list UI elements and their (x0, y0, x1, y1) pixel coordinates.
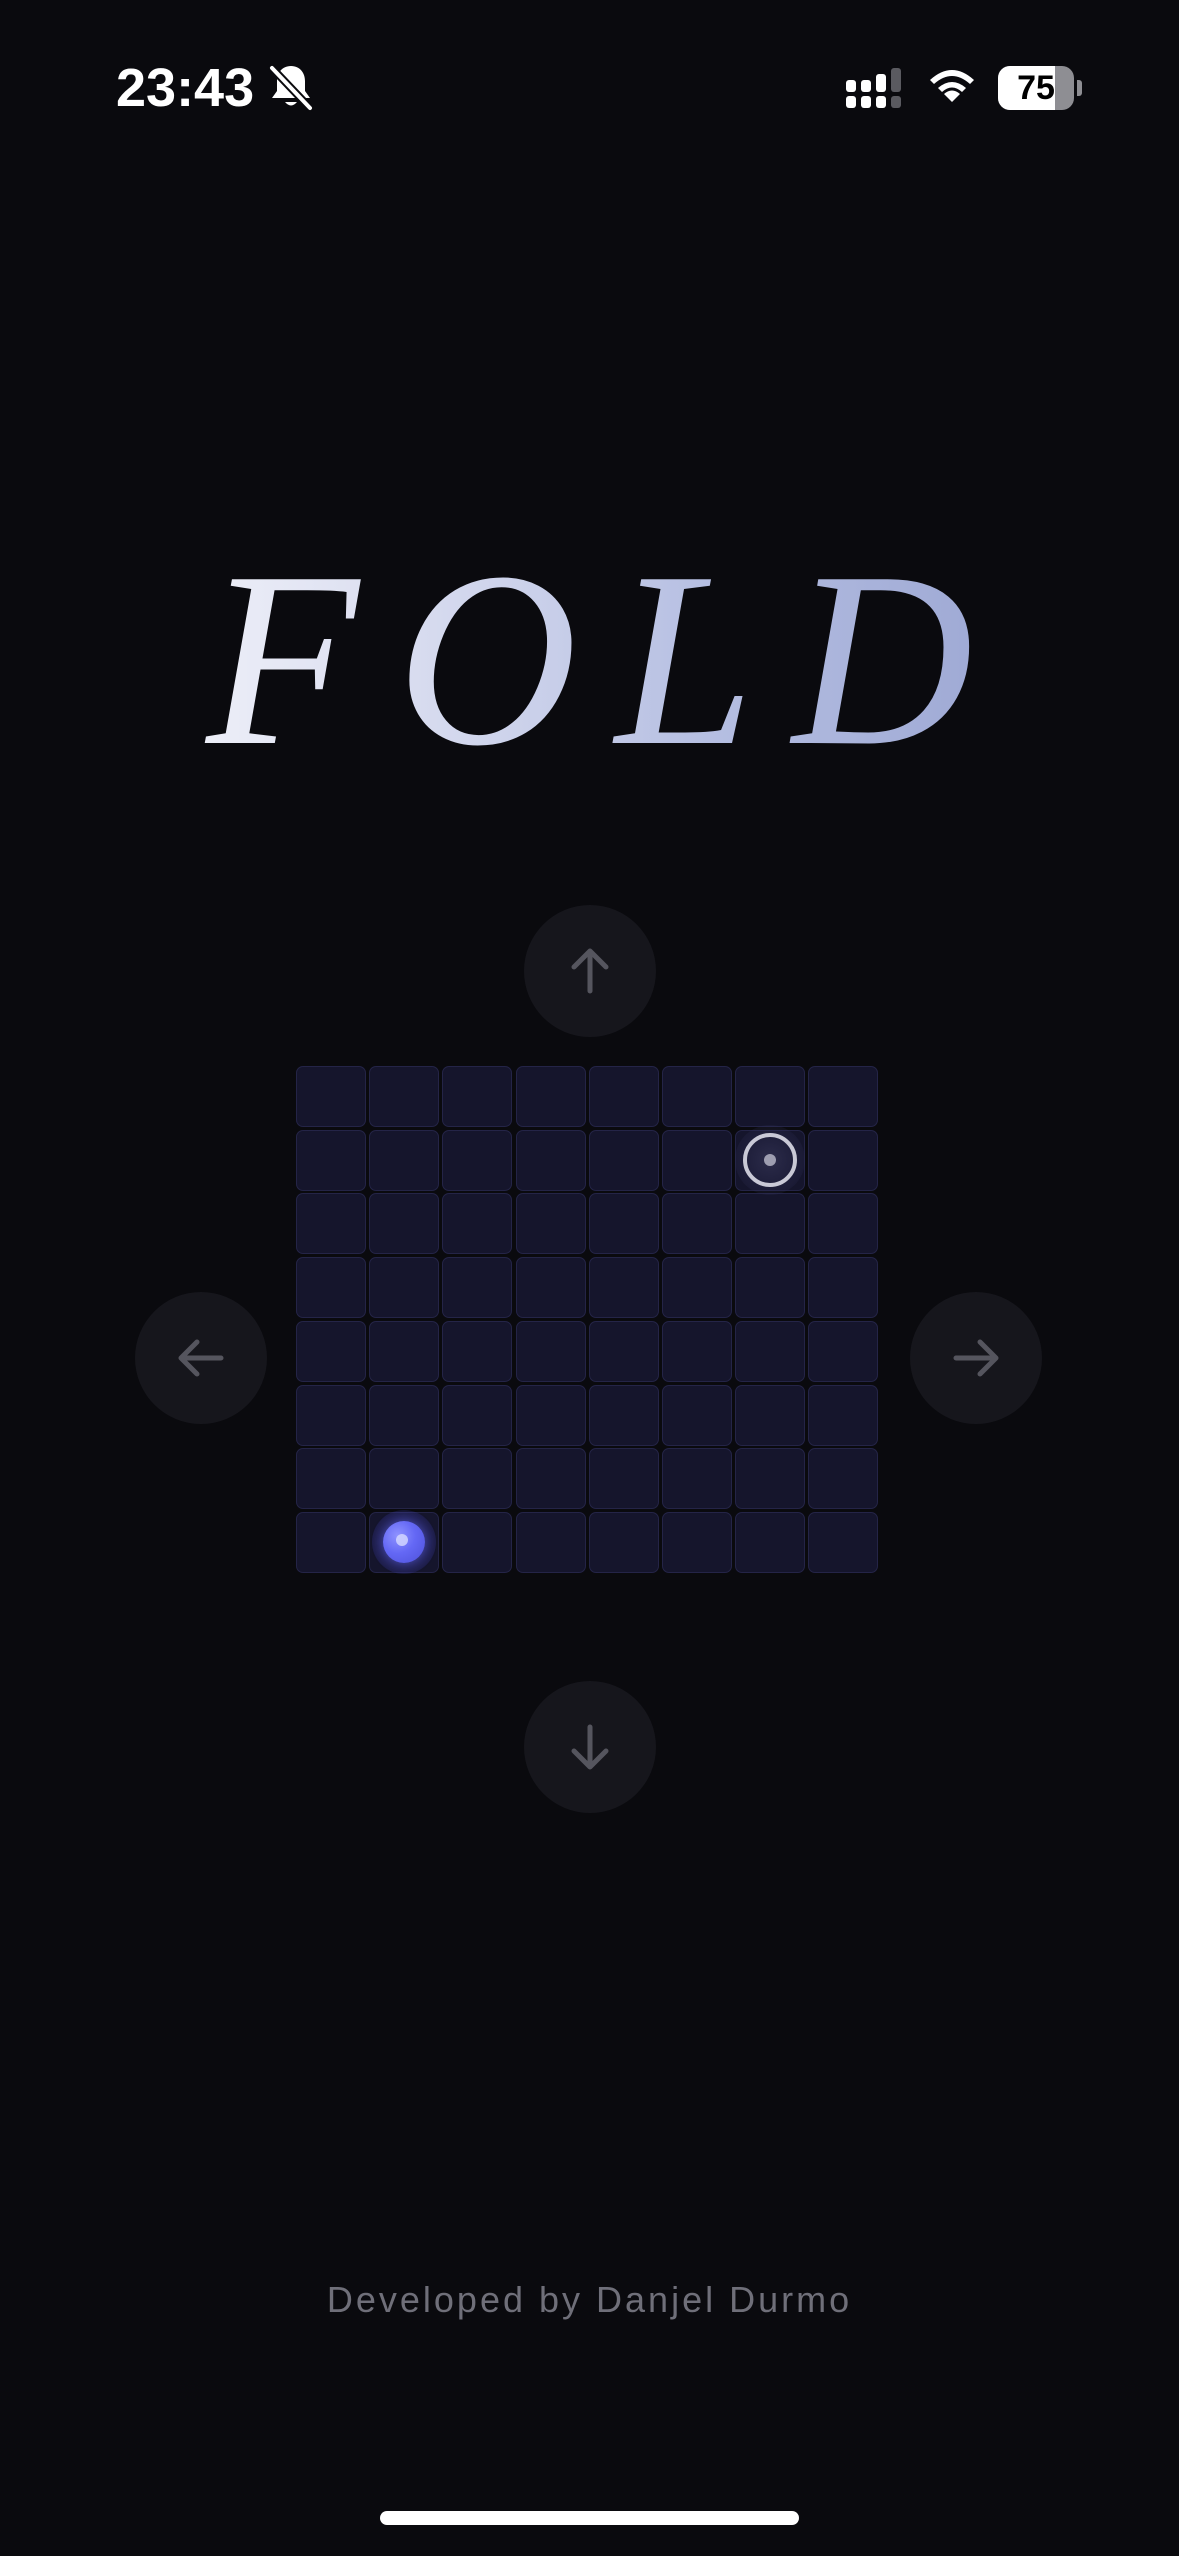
board-cell-r7-c4 (588, 1511, 659, 1573)
board-cell-r1-c4 (588, 1129, 659, 1191)
board-cell-r4-c1 (369, 1320, 440, 1382)
board-cell-r1-c5 (662, 1129, 732, 1191)
arrow-left-icon (178, 1339, 224, 1377)
cellular-signal-icon (846, 68, 901, 108)
battery-tip (1077, 80, 1082, 96)
board-cell-r5-c4 (588, 1384, 659, 1446)
board-cell-r0-c2 (442, 1066, 513, 1127)
board-cell-r2-c3 (515, 1193, 586, 1255)
board-cell-r2-c7 (808, 1193, 879, 1255)
board-cell-r0-c5 (662, 1066, 732, 1127)
board-cell-r6-c1 (369, 1448, 440, 1510)
goal-target (735, 1125, 806, 1196)
board-cell-r4-c3 (515, 1320, 586, 1382)
arrow-right-icon (953, 1339, 999, 1377)
board-cell-r4-c4 (588, 1320, 659, 1382)
move-right-button[interactable] (910, 1292, 1042, 1424)
board-cell-r4-c5 (662, 1320, 732, 1382)
board-cell-r3-c5 (662, 1257, 732, 1319)
board-cell-r7-c3 (515, 1511, 586, 1573)
board-cell-r0-c7 (808, 1066, 879, 1127)
board-cell-r7-c0 (296, 1511, 366, 1573)
board-cell-r6-c5 (662, 1448, 732, 1510)
board-cell-r0-c6 (735, 1066, 806, 1127)
board-cell-r7-c2 (442, 1511, 513, 1573)
board-cell-r1-c7 (808, 1129, 879, 1191)
board-cell-r5-c2 (442, 1384, 513, 1446)
status-bar: 23:43 75 (0, 0, 1179, 180)
board-cell-r2-c5 (662, 1193, 732, 1255)
board-cell-r3-c4 (588, 1257, 659, 1319)
board-cell-r4-c2 (442, 1320, 513, 1382)
player-ball-highlight (396, 1534, 409, 1547)
arrow-down-icon (571, 1724, 609, 1770)
board-cell-r5-c3 (515, 1384, 586, 1446)
player-ball-body (383, 1521, 426, 1564)
board-cell-r2-c2 (442, 1193, 513, 1255)
board-cell-r1-c3 (515, 1129, 586, 1191)
home-indicator[interactable] (380, 2511, 799, 2525)
board-cell-r3-c7 (808, 1257, 879, 1319)
board-cell-r0-c3 (515, 1066, 586, 1127)
board-cell-r0-c1 (369, 1066, 440, 1127)
board-cell-r1-c0 (296, 1129, 366, 1191)
board-cell-r5-c0 (296, 1384, 366, 1446)
board-cell-r5-c5 (662, 1384, 732, 1446)
board-cell-r4-c6 (735, 1320, 806, 1382)
board-cell-r7-c6 (735, 1511, 806, 1573)
board-cell-r6-c2 (442, 1448, 513, 1510)
board-cell-r7-c7 (808, 1511, 879, 1573)
board-cell-r1-c1 (369, 1129, 440, 1191)
board-cell-r5-c7 (808, 1384, 879, 1446)
board-cell-r0-c4 (588, 1066, 659, 1127)
move-down-button[interactable] (524, 1681, 656, 1813)
battery-level: 75 (1017, 69, 1055, 107)
board-cell-r7-c5 (662, 1511, 732, 1573)
board-cell-r6-c7 (808, 1448, 879, 1510)
board-cell-r5-c1 (369, 1384, 440, 1446)
board-cell-r3-c6 (735, 1257, 806, 1319)
game-title: FOLD (0, 530, 1179, 790)
board-cell-r6-c4 (588, 1448, 659, 1510)
battery-icon: 75 (998, 66, 1082, 110)
developer-credit: Developed by Danjel Durmo (326, 2279, 853, 2320)
board-cell-r3-c3 (515, 1257, 586, 1319)
board-cell-r3-c2 (442, 1257, 513, 1319)
board-cell-r6-c6 (735, 1448, 806, 1510)
board-cell-r2-c6 (735, 1193, 806, 1255)
board-cell-r6-c0 (296, 1448, 366, 1510)
arrow-up-icon (571, 948, 609, 994)
wifi-icon (930, 70, 974, 102)
board-cell-r6-c3 (515, 1448, 586, 1510)
board-cell-r3-c0 (296, 1257, 366, 1319)
board-cell-r2-c0 (296, 1193, 366, 1255)
board-cell-r3-c1 (369, 1257, 440, 1319)
move-up-button[interactable] (524, 905, 656, 1037)
board-cell-r4-c0 (296, 1320, 366, 1382)
battery-body: 75 (998, 66, 1074, 110)
board-cell-r4-c7 (808, 1320, 879, 1382)
board-cell-r2-c4 (588, 1193, 659, 1255)
game-board[interactable] (296, 1066, 883, 1578)
move-left-button[interactable] (135, 1292, 267, 1424)
board-cell-r5-c6 (735, 1384, 806, 1446)
bell-slash-icon (268, 64, 314, 112)
board-cell-r2-c1 (369, 1193, 440, 1255)
board-cell-r1-c2 (442, 1129, 513, 1191)
status-time: 23:43 (116, 58, 255, 118)
board-cell-r0-c0 (296, 1066, 366, 1127)
